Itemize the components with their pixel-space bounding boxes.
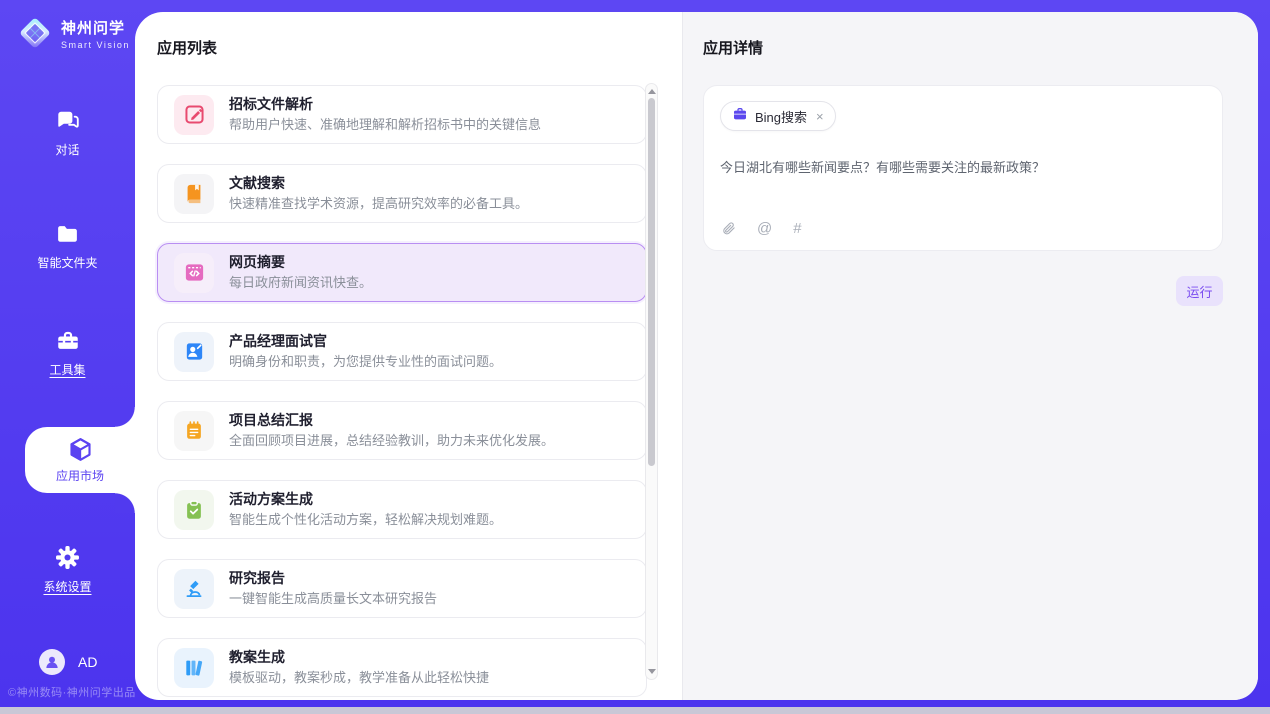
app-card-title: 文献搜索 — [229, 175, 528, 192]
tab-fillet-bottom — [115, 493, 135, 513]
app-card-title: 活动方案生成 — [229, 491, 502, 508]
toolbox-icon — [0, 328, 135, 354]
sidebar-item-chat[interactable]: 对话 — [0, 108, 135, 158]
edit-document-icon — [174, 95, 214, 135]
app-card-bid-analysis[interactable]: 招标文件解析 帮助用户快速、准确地理解和解析招标书中的关键信息 — [157, 85, 647, 144]
app-card-title: 网页摘要 — [229, 254, 372, 271]
composer-toolbar: @ # — [721, 220, 802, 237]
app-card-title: 研究报告 — [229, 570, 437, 587]
book-icon — [174, 174, 214, 214]
app-card-desc: 快速精准查找学术资源，提高研究效率的必备工具。 — [229, 196, 528, 212]
app-detail-panel: 应用详情 Bing搜索 × 今日湖北有哪些新闻要点？有哪 — [682, 12, 1258, 700]
composer-card: Bing搜索 × 今日湖北有哪些新闻要点？有哪些需要关注的最新政策？ @ # — [703, 85, 1223, 251]
app-card-web-summary[interactable]: 网页摘要 每日政府新闻资讯快查。 — [157, 243, 647, 302]
sidebar-item-label: 智能文件夹 — [0, 254, 135, 271]
hash-icon[interactable]: # — [793, 220, 801, 237]
diamond-logo-icon — [16, 14, 54, 52]
user-avatar-icon — [39, 649, 65, 675]
app-card-research-report[interactable]: 研究报告 一键智能生成高质量长文本研究报告 — [157, 559, 647, 618]
cube-icon — [25, 436, 135, 463]
sidebar: 神州问学 Smart Vision 对话 智能文件夹 工具集 应用市场 系统设置 — [0, 0, 135, 707]
app-card-desc: 每日政府新闻资讯快查。 — [229, 275, 372, 291]
folder-icon — [0, 222, 135, 247]
clipboard-check-icon — [174, 490, 214, 530]
app-card-project-report[interactable]: 项目总结汇报 全面回顾项目进展，总结经验教训，助力未来优化发展。 — [157, 401, 647, 460]
sidebar-item-tools[interactable]: 工具集 — [0, 328, 135, 378]
sidebar-item-label: 应用市场 — [25, 467, 135, 484]
app-card-title: 项目总结汇报 — [229, 412, 554, 429]
app-list-panel: 应用列表 招标文件解析 帮助用户快速、准确地理解和解析招标书中的关键信息 文献搜… — [135, 12, 682, 700]
sidebar-item-label: 工具集 — [0, 361, 135, 378]
question-text[interactable]: 今日湖北有哪些新闻要点？有哪些需要关注的最新政策？ — [720, 157, 1206, 176]
sidebar-item-label: 对话 — [0, 141, 135, 158]
user-profile[interactable]: AD — [39, 649, 97, 675]
scroll-up-icon[interactable] — [648, 89, 656, 94]
tool-chip-label: Bing搜索 — [755, 107, 807, 126]
app-card-literature-search[interactable]: 文献搜索 快速精准查找学术资源，提高研究效率的必备工具。 — [157, 164, 647, 223]
browser-code-icon — [174, 253, 214, 293]
gear-icon — [0, 544, 135, 571]
brand-logo: 神州问学 Smart Vision — [16, 14, 130, 52]
brand-name: 神州问学 — [61, 17, 130, 38]
window-chrome: 神州问学 Smart Vision 对话 智能文件夹 工具集 应用市场 系统设置 — [0, 0, 1270, 707]
briefcase-icon — [732, 106, 748, 127]
paperclip-icon[interactable] — [721, 220, 736, 237]
app-card-desc: 明确身份和职责，为您提供专业性的面试问题。 — [229, 354, 502, 370]
tool-chip[interactable]: Bing搜索 × — [720, 101, 836, 131]
app-list-title: 应用列表 — [157, 39, 682, 59]
app-card-list: 招标文件解析 帮助用户快速、准确地理解和解析招标书中的关键信息 文献搜索 快速精… — [157, 85, 647, 697]
app-card-title: 产品经理面试官 — [229, 333, 502, 350]
sidebar-item-folders[interactable]: 智能文件夹 — [0, 222, 135, 271]
scrollbar[interactable] — [645, 83, 658, 680]
scrollbar-thumb[interactable] — [648, 98, 655, 466]
app-card-event-plan[interactable]: 活动方案生成 智能生成个性化活动方案，轻松解决规划难题。 — [157, 480, 647, 539]
chip-close-icon[interactable]: × — [816, 109, 824, 124]
app-window: 神州问学 Smart Vision 对话 智能文件夹 工具集 应用市场 系统设置 — [0, 0, 1270, 714]
main-content: 应用列表 招标文件解析 帮助用户快速、准确地理解和解析招标书中的关键信息 文献搜… — [135, 12, 1258, 700]
app-card-pm-interviewer[interactable]: 产品经理面试官 明确身份和职责，为您提供专业性的面试问题。 — [157, 322, 647, 381]
app-card-desc: 一键智能生成高质量长文本研究报告 — [229, 591, 437, 607]
at-sign-icon[interactable]: @ — [757, 220, 772, 237]
notepad-icon — [174, 411, 214, 451]
app-card-title: 招标文件解析 — [229, 96, 541, 113]
microscope-icon — [174, 569, 214, 609]
tab-fillet-top — [115, 407, 135, 427]
brand-subtitle: Smart Vision — [61, 40, 130, 50]
app-card-title: 教案生成 — [229, 649, 489, 666]
chat-icon — [0, 108, 135, 134]
run-button[interactable]: 运行 — [1176, 276, 1223, 306]
app-card-desc: 模板驱动，教案秒成，教学准备从此轻松快捷 — [229, 670, 489, 686]
user-initials: AD — [78, 654, 97, 670]
app-card-desc: 全面回顾项目进展，总结经验教训，助力未来优化发展。 — [229, 433, 554, 449]
window-bottom-strip — [0, 707, 1270, 714]
app-card-desc: 智能生成个性化活动方案，轻松解决规划难题。 — [229, 512, 502, 528]
app-card-desc: 帮助用户快速、准确地理解和解析招标书中的关键信息 — [229, 117, 541, 133]
sidebar-item-market[interactable]: 应用市场 — [25, 427, 135, 493]
interviewer-icon — [174, 332, 214, 372]
sidebar-item-label: 系统设置 — [0, 578, 135, 595]
run-row: 运行 — [703, 276, 1223, 306]
sidebar-item-settings[interactable]: 系统设置 — [0, 544, 135, 595]
app-detail-title: 应用详情 — [703, 39, 1258, 59]
books-icon — [174, 648, 214, 688]
app-card-lesson-plan[interactable]: 教案生成 模板驱动，教案秒成，教学准备从此轻松快捷 — [157, 638, 647, 697]
scroll-down-icon[interactable] — [648, 669, 656, 674]
copyright-footer: ©神州数码·神州问学出品 — [8, 684, 136, 700]
